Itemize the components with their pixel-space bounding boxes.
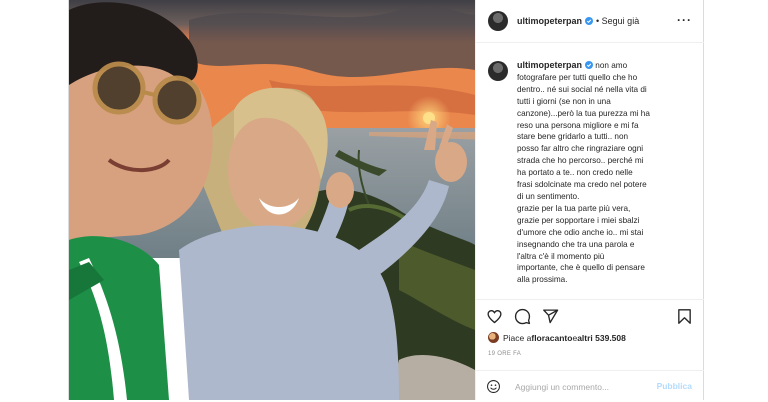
caption-verified-badge-icon bbox=[585, 61, 594, 69]
couple-sunset-photo-icon bbox=[69, 0, 475, 400]
verified-badge-icon bbox=[585, 17, 594, 25]
heart-icon[interactable] bbox=[486, 308, 503, 325]
post-side-panel: ultimopeterpan • Segui già ··· ultimopet… bbox=[475, 0, 704, 400]
comment-icon[interactable] bbox=[514, 308, 531, 325]
caption-username[interactable]: ultimopeterpan bbox=[517, 60, 582, 70]
caption-body: non amo fotografare per tutti quello che… bbox=[517, 61, 650, 285]
likes-summary: Piace a floracanto e altri 539.508 bbox=[488, 332, 626, 343]
liker-avatar[interactable] bbox=[488, 332, 499, 343]
author-avatar[interactable] bbox=[488, 11, 508, 31]
post-photo[interactable] bbox=[69, 0, 475, 400]
comment-bar: Pubblica bbox=[476, 370, 704, 402]
post-actions-section: Piace a floracanto e altri 539.508 19 OR… bbox=[476, 299, 704, 401]
share-icon[interactable] bbox=[542, 308, 559, 325]
comment-input[interactable] bbox=[515, 381, 635, 392]
more-horizontal-icon[interactable]: ··· bbox=[677, 13, 692, 27]
post-header: ultimopeterpan • Segui già ··· bbox=[476, 0, 704, 43]
caption-text-block: ultimopeterpan non amo fotografare per t… bbox=[517, 60, 695, 286]
likes-others-link[interactable]: altri 539.508 bbox=[577, 333, 626, 343]
bookmark-icon[interactable] bbox=[676, 308, 693, 325]
caption-avatar[interactable] bbox=[488, 61, 508, 81]
publish-button[interactable]: Pubblica bbox=[657, 381, 692, 391]
author-username[interactable]: ultimopeterpan bbox=[517, 16, 582, 26]
post-caption: ultimopeterpan non amo fotografare per t… bbox=[476, 43, 704, 299]
instagram-post: ultimopeterpan • Segui già ··· ultimopet… bbox=[68, 0, 704, 400]
liker-username[interactable]: floracanto bbox=[531, 333, 572, 343]
action-icons-row bbox=[486, 308, 559, 325]
emoji-icon[interactable] bbox=[486, 379, 501, 394]
follow-status-button[interactable]: • Segui già bbox=[596, 16, 639, 26]
post-timestamp[interactable]: 19 ORE FA bbox=[488, 351, 521, 357]
likes-prefix: Piace a bbox=[503, 332, 532, 343]
